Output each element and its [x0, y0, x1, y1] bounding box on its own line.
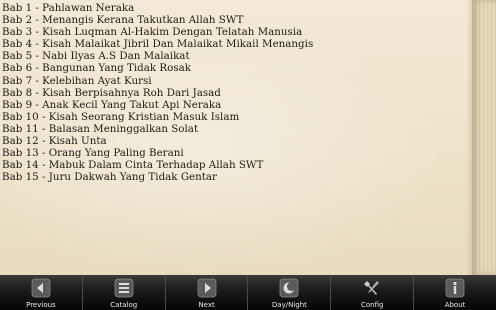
- daynight-label: Day/Night: [271, 301, 307, 309]
- chapter-item[interactable]: Bab 7 - Kelebihan Ayat Kursi: [2, 75, 313, 87]
- catalog-button[interactable]: Catalog: [83, 275, 166, 310]
- chapter-item[interactable]: Bab 14 - Mabuk Dalam Cinta Terhadap Alla…: [2, 159, 313, 171]
- chapter-item[interactable]: Bab 15 - Juru Dakwah Yang Tidak Gentar: [2, 171, 313, 183]
- chapter-item[interactable]: Bab 1 - Pahlawan Neraka: [2, 2, 313, 14]
- previous-label: Previous: [26, 301, 56, 309]
- chapter-item[interactable]: Bab 5 - Nabi Ilyas A.S Dan Malaikat: [2, 50, 313, 62]
- chapter-item[interactable]: Bab 2 - Menangis Kerana Takutkan Allah S…: [2, 14, 313, 26]
- catalog-label: Catalog: [110, 301, 138, 309]
- about-button[interactable]: About: [414, 275, 496, 310]
- book-page: Bab 1 - Pahlawan Neraka Bab 2 - Menangis…: [0, 0, 496, 275]
- arrow-left-icon: [31, 278, 51, 298]
- chapter-item[interactable]: Bab 8 - Kisah Berpisahnya Roh Dari Jasad: [2, 87, 313, 99]
- chapter-list: Bab 1 - Pahlawan Neraka Bab 2 - Menangis…: [2, 2, 313, 183]
- config-label: Config: [360, 301, 384, 309]
- moon-icon: [279, 278, 299, 298]
- reader-screen: Bab 1 - Pahlawan Neraka Bab 2 - Menangis…: [0, 0, 496, 310]
- chapter-item[interactable]: Bab 3 - Kisah Luqman Al-Hakim Dengan Tel…: [2, 26, 313, 38]
- arrow-right-icon: [197, 278, 217, 298]
- chapter-item[interactable]: Bab 6 - Bangunan Yang Tidak Rosak: [2, 62, 313, 74]
- list-icon: [114, 278, 134, 298]
- daynight-button[interactable]: Day/Night: [248, 275, 332, 310]
- page-edges: [472, 0, 496, 275]
- next-label: Next: [198, 301, 215, 309]
- config-button[interactable]: Config: [331, 275, 415, 310]
- chapter-item[interactable]: Bab 11 - Balasan Meninggalkan Solat: [2, 123, 313, 135]
- bottom-toolbar: Previous Catalog Next Day/Night Config A…: [0, 275, 496, 310]
- tools-icon: [362, 278, 382, 298]
- about-label: About: [444, 301, 466, 309]
- previous-button[interactable]: Previous: [0, 275, 83, 310]
- info-icon: [445, 278, 465, 298]
- chapter-item[interactable]: Bab 13 - Orang Yang Paling Berani: [2, 147, 313, 159]
- chapter-item[interactable]: Bab 12 - Kisah Unta: [2, 135, 313, 147]
- chapter-item[interactable]: Bab 10 - Kisah Seorang Kristian Masuk Is…: [2, 111, 313, 123]
- chapter-item[interactable]: Bab 9 - Anak Kecil Yang Takut Api Neraka: [2, 99, 313, 111]
- chapter-item[interactable]: Bab 4 - Kisah Malaikat Jibril Dan Malaik…: [2, 38, 313, 50]
- next-button[interactable]: Next: [166, 275, 249, 310]
